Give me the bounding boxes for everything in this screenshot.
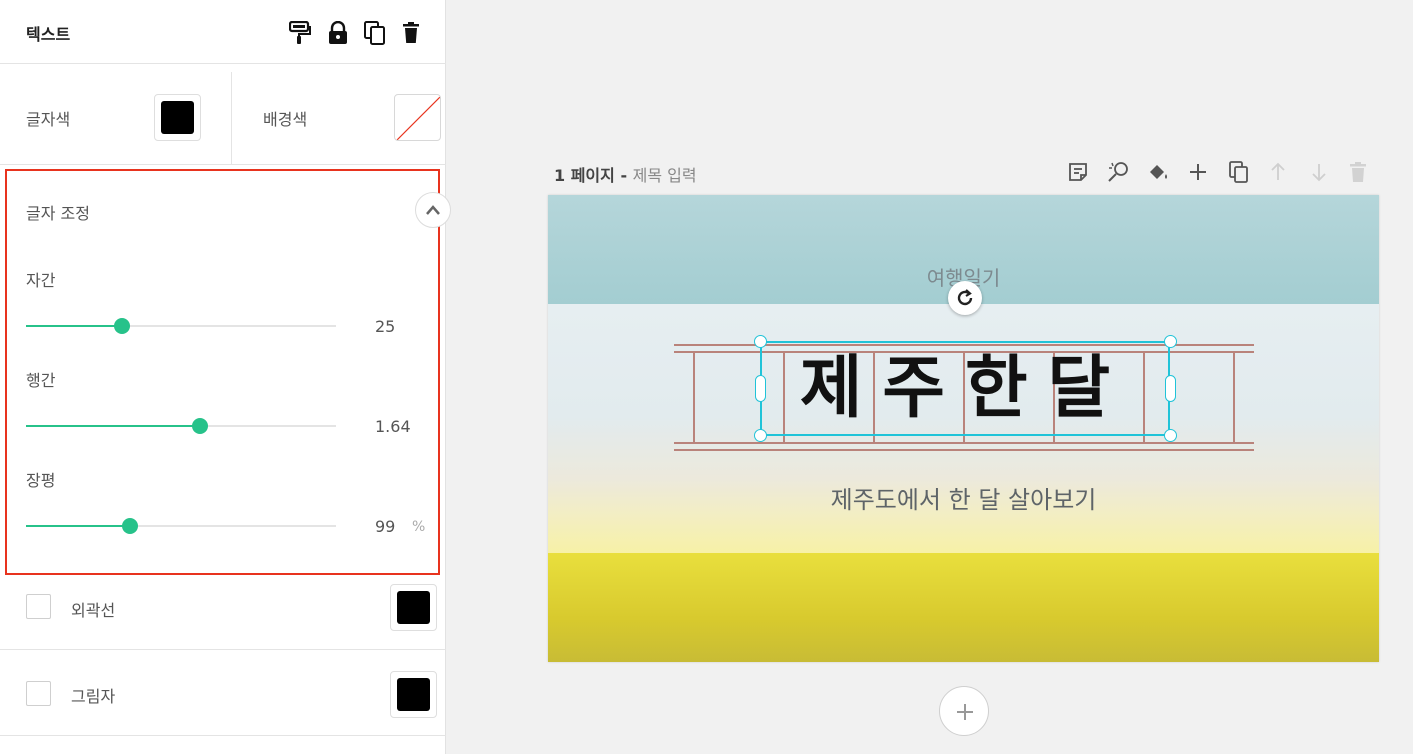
shadow-row: 그림자 [0, 650, 446, 736]
copy-icon[interactable] [364, 21, 386, 45]
slider-fill [26, 425, 200, 427]
trash-icon[interactable] [401, 21, 423, 45]
outline-label: 외곽선 [71, 601, 116, 620]
line-height-label: 행간 [26, 371, 56, 390]
letter-spacing-label: 자간 [26, 271, 56, 290]
move-up-icon[interactable] [1266, 160, 1290, 184]
text-color-swatch[interactable] [154, 94, 201, 141]
letter-spacing-slider[interactable] [26, 318, 336, 334]
delete-icon[interactable] [1346, 160, 1370, 184]
char-width-slider[interactable] [26, 518, 336, 534]
design-canvas[interactable]: 여행일기 제주한달 제주도에서 한 달 살아보기 [548, 195, 1379, 662]
color-row: 글자색 배경색 [0, 64, 446, 165]
resize-handle-bottom-right[interactable] [1164, 429, 1177, 442]
resize-handle-top-right[interactable] [1164, 335, 1177, 348]
line-height-slider[interactable] [26, 418, 336, 434]
resize-handle-top-left[interactable] [754, 335, 767, 348]
selection-box[interactable] [760, 341, 1170, 436]
page-title-input[interactable]: 제목 입력 [633, 166, 697, 185]
collapse-button[interactable] [415, 192, 451, 228]
slider-fill [26, 325, 123, 327]
page-separator: - [614, 166, 633, 185]
flower-field-background [548, 553, 1379, 662]
resize-handle-left[interactable] [755, 375, 766, 402]
resize-handle-bottom-left[interactable] [754, 429, 767, 442]
outline-color-swatch[interactable] [390, 584, 437, 631]
slider-thumb[interactable] [121, 518, 138, 534]
line-height-value: 1.64 [375, 417, 411, 436]
shadow-color-swatch[interactable] [390, 671, 437, 718]
background-color-label: 배경색 [263, 110, 308, 129]
text-adjust-section: 글자 조정 자간 25 행간 1.64 장평 99 % [5, 169, 451, 575]
letter-spacing-value: 25 [375, 317, 396, 336]
shadow-label: 그림자 [71, 687, 116, 706]
lock-icon[interactable] [327, 21, 349, 45]
magic-icon[interactable] [1106, 160, 1130, 184]
paint-roller-icon[interactable] [289, 21, 311, 45]
add-page-button[interactable] [939, 686, 989, 736]
slider-thumb[interactable] [114, 318, 131, 334]
char-width-value: 99 [375, 517, 396, 536]
page-heading[interactable]: 1 페이지 - 제목 입력 [554, 162, 697, 186]
rotate-icon [957, 289, 973, 306]
background-color-swatch[interactable] [394, 94, 441, 141]
note-icon[interactable] [1066, 160, 1090, 184]
divider [231, 72, 232, 165]
resize-handle-right[interactable] [1165, 375, 1176, 402]
char-width-unit: % [412, 519, 426, 535]
text-properties-panel: 텍스트 글자색 배경색 글자 조정 자간 25 행간 1.64 장평 99 % … [0, 0, 451, 754]
chevron-up-icon [426, 205, 440, 215]
move-down-icon[interactable] [1307, 160, 1331, 184]
text-color-label: 글자색 [26, 110, 71, 129]
outline-checkbox[interactable] [26, 594, 51, 619]
text-adjust-title: 글자 조정 [26, 204, 90, 223]
slider-fill [26, 525, 130, 527]
char-width-label: 장평 [26, 471, 56, 490]
shadow-checkbox[interactable] [26, 681, 51, 706]
outline-row: 외곽선 [0, 564, 446, 650]
page-number: 1 페이지 [554, 166, 615, 185]
fill-icon[interactable] [1146, 160, 1170, 184]
canvas-subtitle[interactable]: 제주도에서 한 달 살아보기 [548, 480, 1379, 515]
plus-icon [957, 704, 973, 720]
panel-header: 텍스트 [0, 0, 446, 64]
panel-title: 텍스트 [26, 25, 71, 44]
slider-thumb[interactable] [191, 418, 208, 434]
rotate-handle[interactable] [948, 281, 982, 315]
duplicate-icon[interactable] [1227, 160, 1251, 184]
add-icon[interactable] [1186, 160, 1210, 184]
